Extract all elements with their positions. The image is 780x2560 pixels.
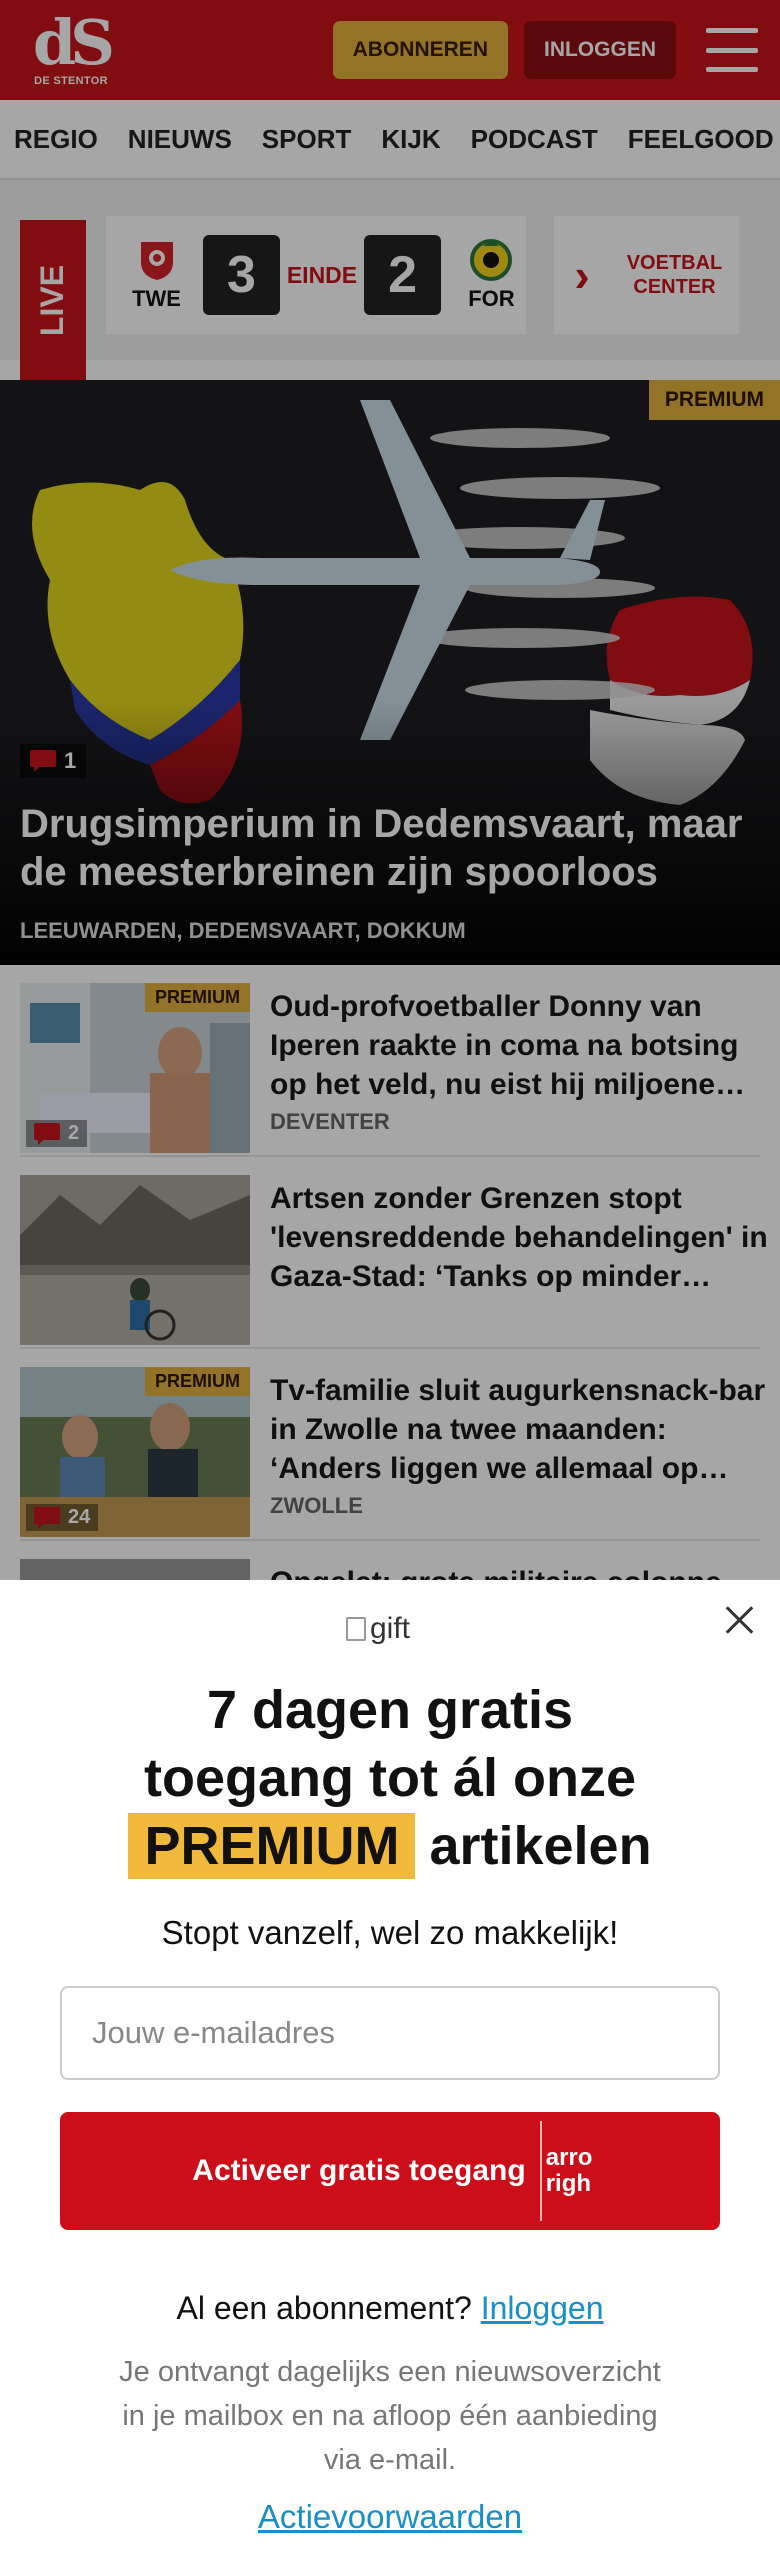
modal-backdrop[interactable]: [0, 0, 780, 1580]
login-link[interactable]: Inloggen: [481, 2290, 604, 2326]
premium-badge: PREMIUM: [128, 1813, 416, 1879]
arrow-right-icon: arro righ: [539, 2121, 592, 2221]
page: dS DE STENTOR ABONNEREN INLOGGEN REGIO N…: [0, 0, 780, 2560]
modal-subtitle: Stopt vanzelf, wel zo makkelijk!: [161, 1914, 619, 1951]
modal-title: 7 dagen gratis toegang tot ál onze PREMI…: [0, 1676, 780, 1880]
modal-info: Je ontvangt dagelijks een nieuwsoverzich…: [119, 2356, 661, 2476]
activate-label: Activeer gratis toegang: [192, 2154, 526, 2187]
activate-button[interactable]: Activeer gratis toegang arro righ: [60, 2112, 720, 2230]
already-subscribed: Al een abonnement? Inloggen: [176, 2290, 604, 2326]
terms-link[interactable]: Actievoorwaarden: [0, 2498, 780, 2536]
gift-icon: gift: [346, 1612, 410, 1646]
close-icon[interactable]: [722, 1602, 758, 1638]
premium-trial-modal: gift 7 dagen gratis toegang tot ál onze …: [0, 1580, 780, 2560]
email-field[interactable]: [60, 1986, 720, 2080]
